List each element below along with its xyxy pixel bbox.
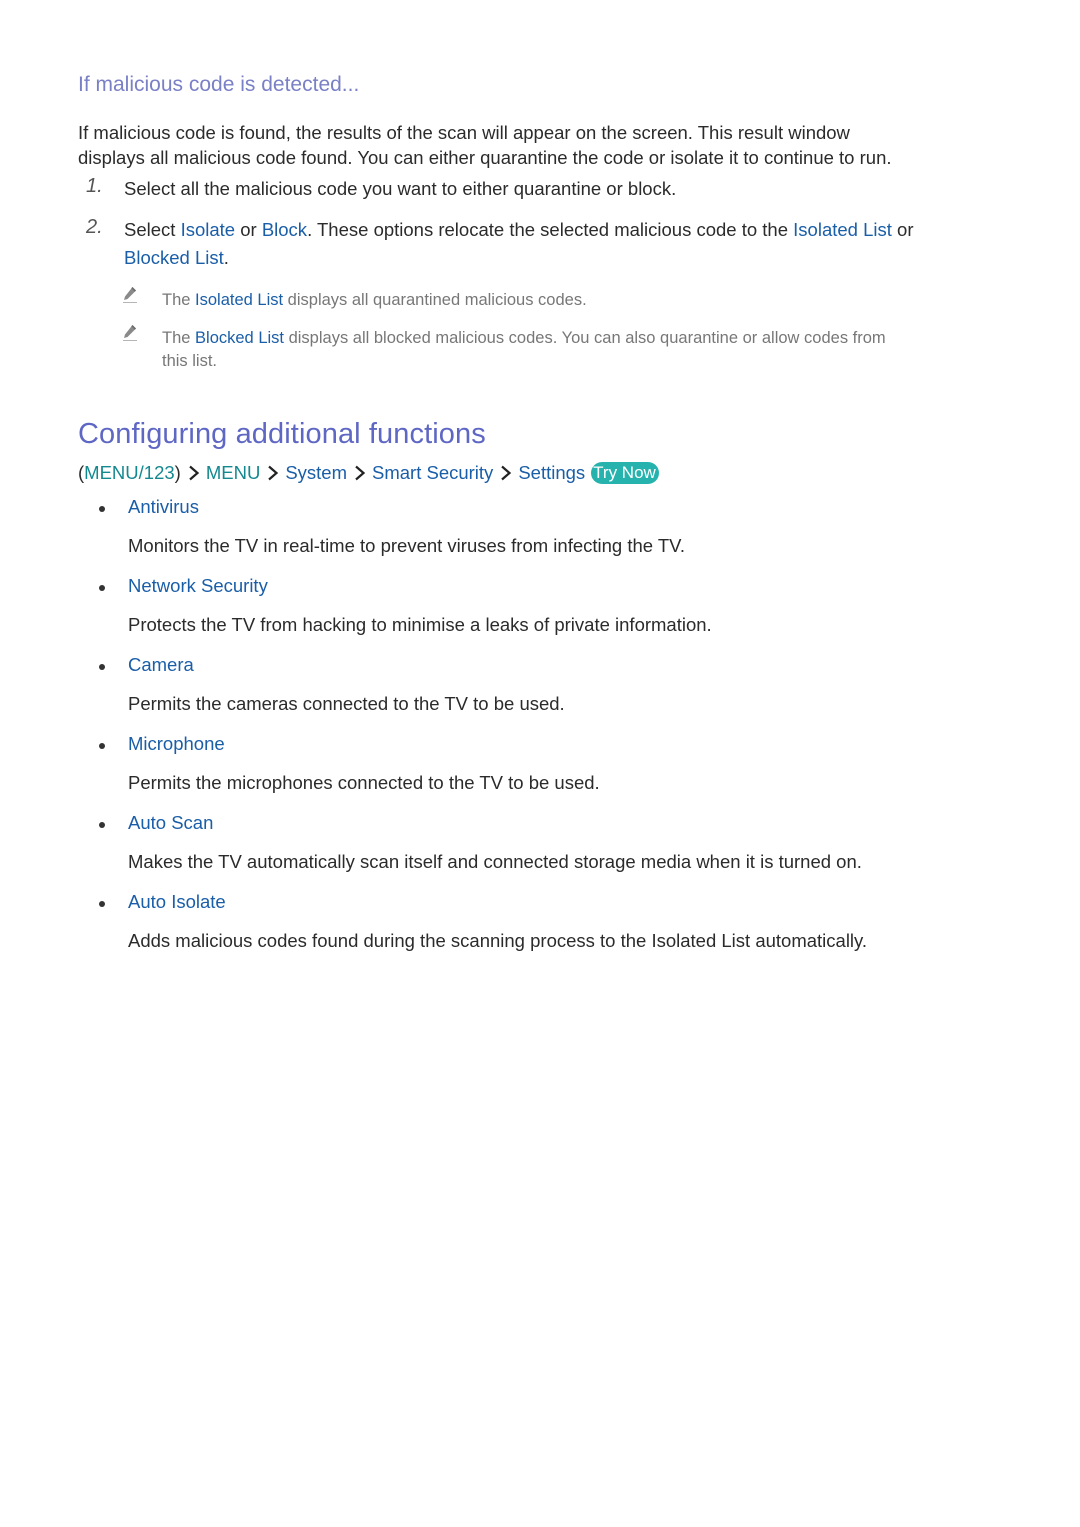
step-text-part: . xyxy=(223,247,229,268)
step-text: Select all the malicious code you want t… xyxy=(124,178,677,199)
item-title-auto-isolate[interactable]: Auto Isolate xyxy=(128,891,226,913)
note-blocked-list: The Blocked List displays all blocked ma… xyxy=(162,327,886,350)
isolated-list-link[interactable]: Isolated List xyxy=(195,291,283,309)
item-desc: Adds malicious codes found during the sc… xyxy=(128,930,868,951)
note-text-part: The xyxy=(162,329,196,347)
breadcrumb-menu[interactable]: MENU xyxy=(206,462,260,484)
step-text-part: . These options relocate the selected ma… xyxy=(307,219,794,240)
item-desc: Monitors the TV in real-time to prevent … xyxy=(128,535,685,556)
step-text: Select Isolate or Block. These options r… xyxy=(124,217,913,242)
note-text-part: The xyxy=(162,291,196,309)
step-text-part: or xyxy=(235,219,262,240)
bullet-icon xyxy=(99,822,105,828)
note-isolated-list: The Isolated List displays all quarantin… xyxy=(162,289,587,312)
breadcrumb-settings[interactable]: Settings xyxy=(518,462,585,484)
intro-line-1: If malicious code is found, the results … xyxy=(78,122,850,143)
item-title-microphone[interactable]: Microphone xyxy=(128,733,225,755)
item-desc: Permits the cameras connected to the TV … xyxy=(128,693,565,714)
block-link[interactable]: Block xyxy=(262,219,307,240)
bullet-icon xyxy=(99,743,105,749)
item-desc: Makes the TV automatically scan itself a… xyxy=(128,851,862,872)
step-text-part: or xyxy=(891,219,914,240)
bullet-icon xyxy=(99,506,105,512)
section-heading-malicious-detected: If malicious code is detected... xyxy=(78,73,360,96)
pencil-icon xyxy=(122,324,138,347)
breadcrumb-system[interactable]: System xyxy=(285,462,347,484)
isolated-list-link[interactable]: Isolated List xyxy=(793,219,892,240)
intro-line-2: displays all malicious code found. You c… xyxy=(78,147,892,168)
blocked-list-link[interactable]: Blocked List xyxy=(195,329,284,347)
item-title-antivirus[interactable]: Antivirus xyxy=(128,496,199,518)
item-title-auto-scan[interactable]: Auto Scan xyxy=(128,812,213,834)
breadcrumb-paren: ) xyxy=(174,462,181,483)
note-blocked-list-continued: this list. xyxy=(162,352,218,370)
bullet-icon xyxy=(99,901,105,907)
chevron-right-icon xyxy=(268,465,279,481)
step-number: 2. xyxy=(86,216,103,238)
item-title-network-security[interactable]: Network Security xyxy=(128,575,268,597)
item-title-camera[interactable]: Camera xyxy=(128,654,194,676)
step-number: 1. xyxy=(86,175,103,197)
step-text-continued: Blocked List. xyxy=(124,245,229,270)
breadcrumb-smart-security[interactable]: Smart Security xyxy=(372,462,493,484)
bullet-icon xyxy=(99,664,105,670)
item-desc: Protects the TV from hacking to minimise… xyxy=(128,614,712,635)
bullet-icon xyxy=(99,585,105,591)
blocked-list-link[interactable]: Blocked List xyxy=(124,247,224,268)
section-heading-configuring: Configuring additional functions xyxy=(78,418,486,450)
step-text-part: Select xyxy=(124,219,181,240)
note-text-part: displays all quarantined malicious codes… xyxy=(283,291,587,309)
chevron-right-icon xyxy=(189,465,200,481)
breadcrumb-menu123[interactable]: MENU/123 xyxy=(84,462,174,484)
breadcrumb: (MENU/123) MENU System Smart Security Se… xyxy=(78,462,659,484)
item-desc: Permits the microphones connected to the… xyxy=(128,772,600,793)
try-now-button[interactable]: Try Now xyxy=(591,462,659,484)
pencil-icon xyxy=(122,286,138,309)
chevron-right-icon xyxy=(501,465,512,481)
isolate-link[interactable]: Isolate xyxy=(181,219,236,240)
chevron-right-icon xyxy=(355,465,366,481)
note-text-part: displays all blocked malicious codes. Yo… xyxy=(284,329,886,347)
